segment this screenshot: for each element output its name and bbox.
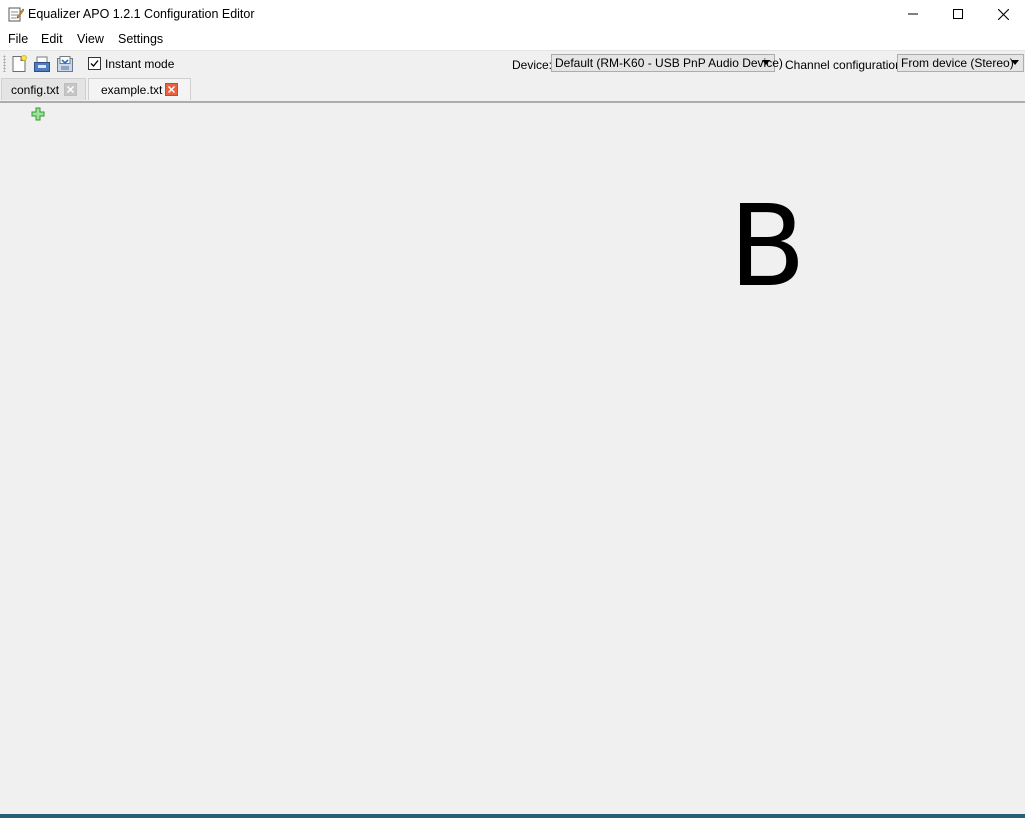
open-file-icon[interactable] [33, 55, 51, 73]
channel-configuration-label: Channel configuration: [785, 58, 906, 72]
close-icon [67, 86, 74, 93]
large-letter-text: B [729, 182, 806, 312]
menu-edit[interactable]: Edit [41, 32, 63, 46]
device-select-value: Default (RM-K60 - USB PnP Audio Device) [555, 56, 783, 70]
add-filter-icon[interactable] [31, 107, 45, 121]
menu-bar: File Edit View Settings [0, 28, 1025, 50]
minimize-icon [908, 13, 918, 15]
tab-label: example.txt [101, 83, 163, 97]
toolbar-grip[interactable] [3, 55, 6, 72]
instant-mode-checkbox[interactable] [88, 57, 101, 70]
tab-config-txt[interactable]: config.txt [1, 78, 86, 100]
notepad-icon [8, 6, 25, 22]
minimize-button[interactable] [890, 0, 936, 28]
device-label: Device: [512, 58, 553, 72]
save-file-icon[interactable] [56, 55, 74, 73]
toolbar: Instant mode Device: Default (RM-K60 - U… [0, 50, 1025, 77]
chevron-down-icon [1011, 60, 1019, 65]
channel-configuration-select[interactable]: From device (Stereo) [897, 54, 1024, 72]
tab-label: config.txt [11, 83, 60, 97]
checkmark-icon [90, 60, 99, 67]
new-file-icon[interactable] [10, 55, 28, 73]
tab-close-button[interactable] [64, 83, 77, 96]
window-bottom-border [0, 814, 1025, 818]
title-bar: Equalizer APO 1.2.1 Configuration Editor [0, 0, 1025, 28]
close-icon [168, 86, 175, 93]
device-select[interactable]: Default (RM-K60 - USB PnP Audio Device) [551, 54, 783, 72]
tab-bar: config.txt example.txt [0, 77, 1025, 103]
channel-configuration-value: From device (Stereo) [901, 56, 1014, 70]
tab-example-txt[interactable]: example.txt [88, 78, 191, 100]
maximize-button[interactable] [935, 0, 981, 28]
menu-file[interactable]: File [8, 32, 28, 46]
menu-settings[interactable]: Settings [118, 32, 163, 46]
close-window-button[interactable] [980, 0, 1025, 28]
maximize-icon [953, 9, 963, 19]
tab-close-button[interactable] [165, 83, 178, 96]
window-title: Equalizer APO 1.2.1 Configuration Editor [28, 7, 255, 21]
chevron-down-icon [762, 60, 770, 65]
close-icon [997, 8, 1009, 20]
app-window: Equalizer APO 1.2.1 Configuration Editor… [0, 0, 1025, 818]
menu-view[interactable]: View [77, 32, 104, 46]
instant-mode-label: Instant mode [105, 57, 175, 71]
editor-area: B [0, 103, 1025, 814]
